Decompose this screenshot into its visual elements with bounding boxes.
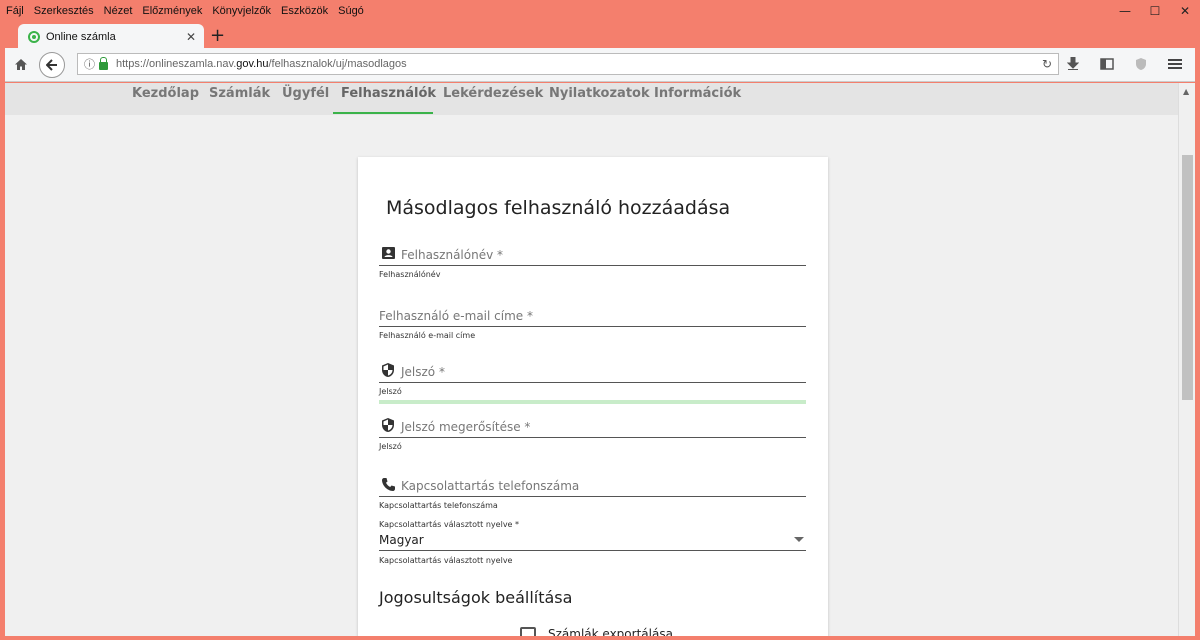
page-scrollbar[interactable]: ▲ [1178,83,1195,636]
tab-title: Online számla [46,31,116,43]
page-content: Kezdőlap Számlák Ügyfél Felhasználók Lek… [5,83,1195,636]
menu-tools[interactable]: Eszközök [281,5,328,17]
menu-edit[interactable]: Szerkesztés [34,5,94,17]
tab-strip: Online számla ✕ + [0,22,1200,50]
menu-history[interactable]: Előzmények [142,5,202,17]
password-confirm-field[interactable]: Jelszó megerősítése * Jelszó [379,414,806,451]
scroll-up-icon[interactable]: ▲ [1183,87,1189,96]
window-bottom-border [0,636,1200,640]
username-label: Felhasználónév * [401,248,504,262]
nav-kezdolap[interactable]: Kezdőlap [132,86,199,101]
shield-icon[interactable] [1131,53,1151,75]
nav-lekerdezesek[interactable]: Lekérdezések [443,86,543,101]
menu-view[interactable]: Nézet [104,5,133,17]
sidebar-icon[interactable] [1097,53,1117,75]
language-label: Kapcsolattartás választott nyelve * [379,520,520,529]
language-select[interactable]: Kapcsolattartás választott nyelve * Magy… [379,520,806,565]
nav-szamlak[interactable]: Számlák [209,86,270,101]
form-title: Másodlagos felhasználó hozzáadása [386,197,731,219]
dropdown-caret-icon[interactable] [794,537,804,542]
maximize-button[interactable]: ☐ [1140,0,1170,22]
scrollbar-thumb[interactable] [1182,155,1193,400]
phone-field[interactable]: Kapcsolattartás telefonszáma Kapcsolatta… [379,473,806,510]
tab-online-szamla[interactable]: Online számla ✕ [18,24,204,50]
password-strength-bar [379,400,806,404]
phone-label: Kapcsolattartás telefonszáma [401,479,580,493]
account-box-icon [379,244,397,262]
menu-bar: Fájl Szerkesztés Nézet Előzmények Könyvj… [0,0,1200,22]
email-field[interactable]: Felhasználó e-mail címe * Felhasználó e-… [379,303,806,340]
phone-hint: Kapcsolattartás telefonszáma [379,501,498,510]
email-hint: Felhasználó e-mail címe [379,331,476,340]
menu-file[interactable]: Fájl [6,5,24,17]
address-bar[interactable]: ⓘ https://onlineszamla.nav.gov.hu/felhas… [77,53,1059,75]
browser-window: Fájl Szerkesztés Nézet Előzmények Könyvj… [0,0,1200,640]
password-field[interactable]: Jelszó * Jelszó [379,359,806,396]
nav-informaciok[interactable]: Információk [654,86,741,101]
new-tab-button[interactable]: + [210,25,225,46]
minimize-button[interactable]: — [1110,0,1140,22]
navigation-toolbar: ⓘ https://onlineszamla.nav.gov.hu/felhas… [5,48,1195,82]
info-icon[interactable]: ⓘ [84,56,95,72]
toolbar-right [1063,53,1185,75]
export-invoices-checkbox[interactable] [520,627,536,636]
active-nav-indicator [333,112,433,114]
home-icon[interactable] [9,53,33,77]
close-window-button[interactable]: ✕ [1170,0,1200,22]
password-confirm-hint: Jelszó [379,442,402,451]
nav-felhasznalok[interactable]: Felhasználók [341,86,436,101]
language-hint: Kapcsolattartás választott nyelve [379,556,513,565]
window-controls: — ☐ ✕ [1110,0,1200,22]
site-navigation: Kezdőlap Számlák Ügyfél Felhasználók Lek… [5,83,1178,115]
language-value: Magyar [379,532,424,547]
nav-ugyfel[interactable]: Ügyfél [282,86,329,101]
menu-help[interactable]: Súgó [338,5,364,17]
reload-icon[interactable]: ↻ [1042,57,1052,71]
username-field[interactable]: Felhasználónév * Felhasználónév [379,242,806,279]
site-favicon-icon [28,31,40,43]
security-shield-icon [379,361,397,379]
hamburger-menu-icon[interactable] [1165,53,1185,75]
security-shield-icon [379,416,397,434]
download-icon[interactable] [1063,53,1083,75]
password-label: Jelszó * [401,365,445,379]
back-button[interactable] [39,51,65,78]
menu-bookmarks[interactable]: Könyvjelzők [212,5,271,17]
close-tab-icon[interactable]: ✕ [186,30,196,44]
form-card: Másodlagos felhasználó hozzáadása Felhas… [358,157,828,636]
password-confirm-label: Jelszó megerősítése * [401,420,531,434]
permissions-title: Jogosultságok beállítása [379,588,573,607]
arrow-left-icon [46,58,57,71]
phone-icon [379,475,397,493]
nav-nyilatkozatok[interactable]: Nyilatkozatok [549,86,650,101]
permission-checkbox-row[interactable]: Számlák exportálása [520,627,673,636]
url-text: https://onlineszamla.nav.gov.hu/felhaszn… [116,58,407,70]
email-label: Felhasználó e-mail címe * [379,309,533,323]
username-hint: Felhasználónév [379,270,441,279]
password-hint: Jelszó [379,387,402,396]
export-invoices-label: Számlák exportálása [548,627,673,636]
lock-icon [99,56,108,70]
